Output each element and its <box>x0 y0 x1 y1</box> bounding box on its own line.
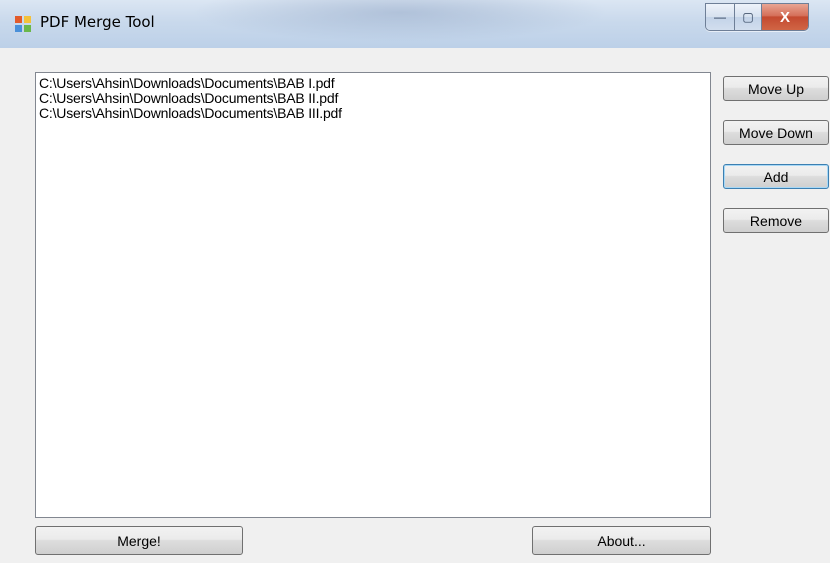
list-item[interactable]: C:\Users\Ahsin\Downloads\Documents\BAB I… <box>39 76 707 91</box>
list-item[interactable]: C:\Users\Ahsin\Downloads\Documents\BAB I… <box>39 91 707 106</box>
window-title: PDF Merge Tool <box>40 13 155 31</box>
move-up-button[interactable]: Move Up <box>723 76 829 101</box>
app-icon <box>15 16 31 32</box>
add-button[interactable]: Add <box>723 164 829 189</box>
about-button[interactable]: About... <box>532 526 711 555</box>
title-bar[interactable]: PDF Merge Tool — ▢ X <box>0 0 830 48</box>
window-controls: — ▢ X <box>705 3 809 31</box>
merge-button[interactable]: Merge! <box>35 526 243 555</box>
list-item[interactable]: C:\Users\Ahsin\Downloads\Documents\BAB I… <box>39 106 707 121</box>
title-bar-glass <box>190 0 610 42</box>
move-down-button[interactable]: Move Down <box>723 120 829 145</box>
minimize-button[interactable]: — <box>706 4 735 30</box>
maximize-button[interactable]: ▢ <box>735 4 762 30</box>
maximize-icon: ▢ <box>742 10 754 24</box>
close-button[interactable]: X <box>762 4 808 30</box>
minimize-icon: — <box>714 10 726 24</box>
close-icon: X <box>779 8 790 26</box>
file-listbox[interactable]: C:\Users\Ahsin\Downloads\Documents\BAB I… <box>35 72 711 518</box>
remove-button[interactable]: Remove <box>723 208 829 233</box>
